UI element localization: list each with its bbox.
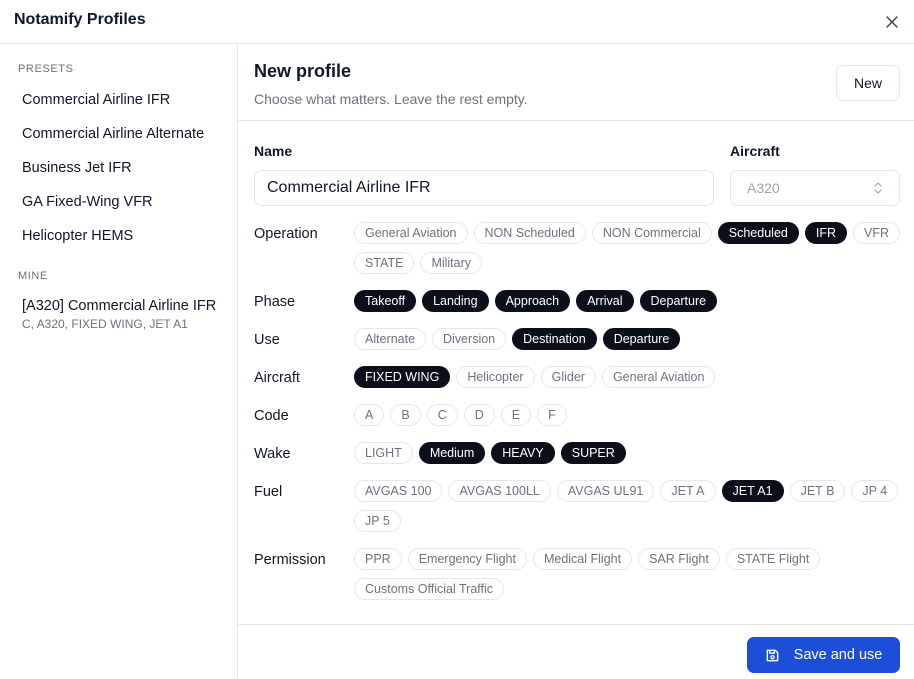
chip-phase-landing[interactable]: Landing [422,290,489,312]
row-label-operation: Operation [254,226,318,242]
chip-permission-emergency-flight[interactable]: Emergency Flight [407,548,527,570]
presets-heading: PRESETS [18,63,74,75]
chips-permission: PPR Emergency Flight Medical Flight SAR Fli… [354,548,904,600]
row-label-use: Use [254,332,280,348]
chip-operation-military[interactable]: Military [420,252,483,274]
chip-operation-ifr[interactable]: IFR [804,222,847,244]
chips-fuel: AVGAS 100 AVGAS 100LL AVGAS UL91 JET A JET A… [354,480,904,532]
chip-operation-state[interactable]: STATE [354,252,415,274]
chip-code-f[interactable]: F [537,404,567,426]
chip-permission-medical-flight[interactable]: Medical Flight [532,548,633,570]
save-and-use-button[interactable]: Save and use [747,637,900,673]
chip-use-departure[interactable]: Departure [602,328,681,350]
chip-code-b[interactable]: B [390,404,421,426]
new-button[interactable]: New [836,65,900,101]
chip-wake-medium[interactable]: Medium [418,442,486,464]
chip-fuel-jet-a1[interactable]: JET A1 [721,480,784,502]
chip-code-c[interactable]: C [426,404,458,426]
chip-aircraft-glider[interactable]: Glider [540,366,596,388]
row-label-phase: Phase [254,294,296,310]
aircraft-select-value: A320 [747,180,780,196]
main-panel: New profile Choose what matters. Leave t… [238,44,914,679]
chip-phase-departure[interactable]: Departure [639,290,718,312]
chip-aircraft-helicopter[interactable]: Helicopter [456,366,535,388]
chip-operation-scheduled[interactable]: Scheduled [717,222,799,244]
chip-code-e[interactable]: E [500,404,532,426]
chip-permission-state-flight[interactable]: STATE Flight [725,548,821,570]
chip-code-d[interactable]: D [463,404,495,426]
page-title: New profile [254,61,352,81]
chip-wake-light[interactable]: LIGHT [354,442,413,464]
chip-operation-non-commercial[interactable]: NON Commercial [591,222,712,244]
chip-operation-vfr[interactable]: VFR [852,222,900,244]
close-button[interactable] [880,10,904,34]
preset-helicopter-hems[interactable]: Helicopter HEMS [22,228,133,244]
mine-profile-subtitle: C, A320, FIXED WING, JET A1 [22,317,188,331]
aircraft-select[interactable]: A320 [730,170,900,206]
main-header: New profile Choose what matters. Leave t… [238,44,914,121]
row-label-wake: Wake [254,446,291,462]
chip-use-alternate[interactable]: Alternate [354,328,427,350]
row-label-aircraft: Aircraft [254,370,300,386]
footer: Save and use [238,624,914,679]
floppy-disk-icon [766,649,779,661]
close-icon [886,16,898,28]
chip-permission-ppr[interactable]: PPR [354,548,402,570]
page-subtitle: Choose what matters. Leave the rest empt… [254,91,528,107]
chip-wake-heavy[interactable]: HEAVY [491,442,555,464]
chip-use-diversion[interactable]: Diversion [432,328,507,350]
chip-operation-non-scheduled[interactable]: NON Scheduled [473,222,586,244]
row-label-code: Code [254,408,289,424]
chips-use: Alternate Diversion Destination Departure [354,328,904,350]
chip-aircraft-general-aviation[interactable]: General Aviation [601,366,716,388]
mine-profile-title: [A320] Commercial Airline IFR [22,298,217,314]
chip-fuel-jet-a[interactable]: JET A [660,480,716,502]
row-label-fuel: Fuel [254,484,283,500]
chip-fuel-avgas-100[interactable]: AVGAS 100 [354,480,443,502]
chip-operation-general-aviation[interactable]: General Aviation [354,222,468,244]
mine-heading: MINE [18,270,48,282]
chip-phase-arrival[interactable]: Arrival [576,290,634,312]
preset-ga-fixed-wing-vfr[interactable]: GA Fixed-Wing VFR [22,194,153,210]
chip-fuel-jp-5[interactable]: JP 5 [354,510,401,532]
chip-fuel-jet-b[interactable]: JET B [789,480,846,502]
chips-code: ABCDEF [354,404,904,426]
chips-phase: Takeoff Landing Approach Arrival Departure [354,290,904,312]
chip-fuel-avgas-100ll[interactable]: AVGAS 100LL [448,480,551,502]
chip-phase-approach[interactable]: Approach [494,290,571,312]
row-label-permission: Permission [254,552,326,568]
preset-commercial-airline-ifr[interactable]: Commercial Airline IFR [22,92,170,108]
aircraft-label: Aircraft [730,143,780,159]
mine-profile-item[interactable]: [A320] Commercial Airline IFR C, A320, F… [22,298,216,331]
name-label: Name [254,143,293,159]
chip-aircraft-fixed-wing[interactable]: FIXED WING [354,366,451,388]
chip-fuel-avgas-ul91[interactable]: AVGAS UL91 [556,480,655,502]
chip-use-destination[interactable]: Destination [512,328,597,350]
app-title: Notamify Profiles [14,11,146,28]
sidebar: PRESETS Commercial Airline IFR Commercia… [0,44,238,679]
chips-wake: LIGHT Medium HEAVY SUPER [354,442,904,464]
title-bar: Notamify Profiles [0,0,914,44]
chip-permission-customs-official-traffic[interactable]: Customs Official Traffic [354,578,505,600]
chips-operation: General Aviation NON Scheduled NON Commerc… [354,222,904,274]
name-input[interactable] [254,170,714,206]
preset-commercial-airline-alternate[interactable]: Commercial Airline Alternate [22,126,204,142]
chip-code-a[interactable]: A [354,404,385,426]
chip-permission-sar-flight[interactable]: SAR Flight [638,548,720,570]
chevron-up-down-icon [874,182,882,194]
chip-wake-super[interactable]: SUPER [560,442,626,464]
save-and-use-label: Save and use [793,647,883,663]
chips-aircraft: FIXED WING Helicopter Glider General Aviati… [354,366,904,388]
chip-fuel-jp-4[interactable]: JP 4 [851,480,899,502]
chip-phase-takeoff[interactable]: Takeoff [354,290,417,312]
preset-business-jet-ifr[interactable]: Business Jet IFR [22,160,132,176]
